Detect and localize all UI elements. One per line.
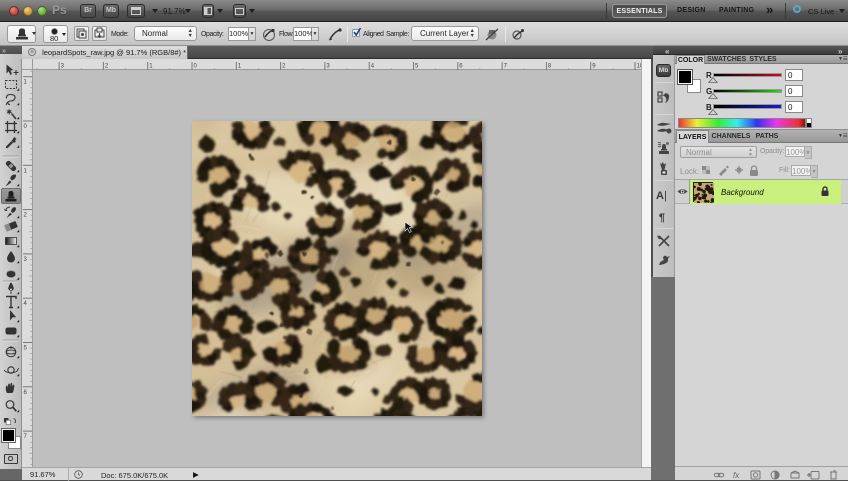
svg-text:4: 4 (371, 64, 375, 70)
svg-text:3: 3 (326, 64, 330, 70)
svg-text:0: 0 (194, 64, 198, 70)
svg-text:0: 0 (24, 124, 28, 130)
svg-text:6: 6 (24, 390, 28, 396)
svg-text:7: 7 (504, 64, 508, 70)
svg-text:fx: fx (733, 471, 740, 480)
svg-text:9: 9 (592, 64, 596, 70)
svg-text:2: 2 (282, 64, 286, 70)
svg-text:3: 3 (24, 257, 28, 263)
svg-text:1: 1 (238, 64, 242, 70)
svg-text:6: 6 (459, 64, 463, 70)
svg-text:1: 1 (24, 80, 28, 86)
svg-text:5: 5 (415, 64, 419, 70)
svg-text:3: 3 (61, 64, 65, 70)
svg-text:1: 1 (24, 168, 28, 174)
svg-text:5: 5 (24, 346, 28, 352)
svg-text:4: 4 (24, 301, 28, 307)
svg-text:2: 2 (105, 64, 109, 70)
svg-text:7: 7 (24, 434, 28, 440)
svg-text:2: 2 (24, 213, 28, 219)
svg-text:1: 1 (149, 64, 153, 70)
svg-text:8: 8 (548, 64, 552, 70)
